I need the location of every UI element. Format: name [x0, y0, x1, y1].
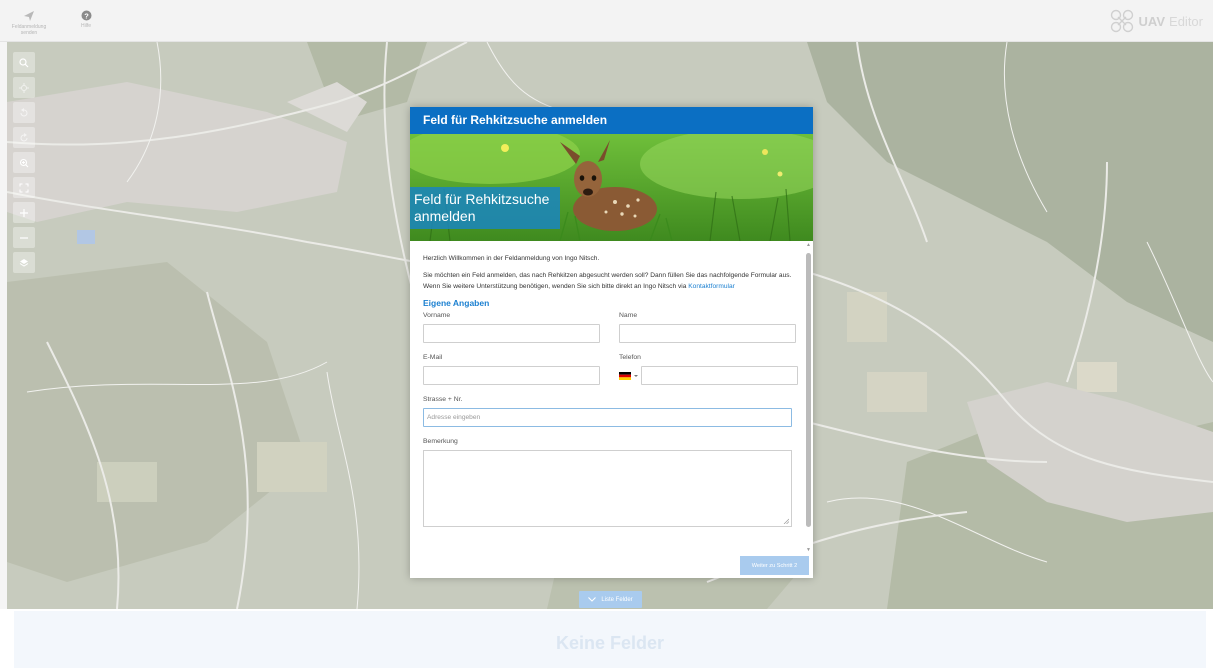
scroll-up-arrow[interactable]: ▲	[806, 243, 811, 248]
vorname-label: Vorname	[423, 312, 451, 319]
bemerkung-label: Bemerkung	[423, 438, 458, 445]
contact-form-link[interactable]: Kontaktformular	[688, 283, 735, 290]
germany-flag-icon[interactable]	[619, 371, 631, 380]
intro-text: Sie möchten ein Feld anmelden, das nach …	[423, 270, 800, 292]
dialog-scrollbar[interactable]: ▲ ▼	[805, 243, 812, 553]
send-icon	[24, 11, 34, 21]
next-step-button[interactable]: Weiter zu Schritt 2	[740, 556, 809, 575]
help-icon: ?	[81, 10, 91, 21]
svg-text:?: ?	[84, 11, 89, 20]
fullscreen-icon	[19, 183, 29, 192]
fields-list-panel: Keine Felder	[14, 611, 1206, 668]
map-redo-button[interactable]	[13, 127, 35, 148]
scroll-down-arrow[interactable]: ▼	[806, 548, 811, 553]
no-fields-message: Keine Felder	[555, 633, 665, 653]
bemerkung-textarea[interactable]	[423, 450, 792, 527]
logo-text-editor: Editor	[1169, 13, 1203, 29]
resize-handle-icon[interactable]	[783, 518, 789, 524]
remark-block: Bemerkung	[423, 438, 800, 527]
hero-title: Feld für Rehkitzsuche anmelden	[410, 187, 560, 229]
vorname-input[interactable]	[423, 324, 600, 343]
dialog-header: Feld für Rehkitzsuche anmelden	[410, 107, 813, 134]
redo-icon	[20, 132, 28, 141]
name-row: Vorname Name	[423, 312, 800, 343]
map-fullscreen-button[interactable]	[13, 177, 35, 198]
contact-row: E-Mail Telefon	[423, 354, 800, 385]
send-label: Feldanmeldung senden	[11, 24, 47, 36]
phone-field	[619, 366, 800, 385]
map-undo-button[interactable]	[13, 102, 35, 123]
name-label: Name	[619, 312, 638, 319]
minus-icon	[20, 236, 28, 239]
name-input[interactable]	[619, 324, 796, 343]
telefon-label: Telefon	[619, 354, 641, 361]
list-fields-toggle[interactable]: Liste Felder	[579, 591, 642, 608]
logo-text-uav: UAV	[1138, 13, 1166, 29]
section-title-own-details: Eigene Angaben	[423, 298, 490, 308]
map-locate-button[interactable]	[13, 77, 35, 98]
map-zoom-in-button[interactable]	[13, 202, 35, 223]
undo-icon	[20, 107, 28, 116]
app-logo: UAV Editor	[1109, 8, 1203, 34]
search-icon	[19, 57, 29, 67]
intro-paragraph: Sie möchten ein Feld anmelden, das nach …	[423, 272, 792, 290]
map-zoom-out-button[interactable]	[13, 227, 35, 248]
map-layers-button[interactable]	[13, 252, 35, 273]
address-block: Strasse + Nr. Adresse eingeben	[423, 396, 800, 427]
map-left-edge	[0, 42, 7, 609]
list-fields-label: Liste Felder	[601, 596, 633, 603]
email-label: E-Mail	[423, 354, 443, 361]
map-zoom-extent-button[interactable]	[13, 152, 35, 173]
map-controls	[13, 52, 35, 277]
locate-icon	[19, 82, 29, 93]
telefon-input[interactable]	[641, 366, 798, 385]
zoom-extent-icon	[19, 158, 29, 167]
chevron-down-icon	[588, 597, 597, 602]
welcome-text: Herzlich Willkommen in der Feldanmeldung…	[423, 255, 600, 262]
drone-logo-icon	[1110, 9, 1133, 33]
scroll-thumb[interactable]	[806, 253, 811, 527]
dialog-form: Herzlich Willkommen in der Feldanmeldung…	[410, 241, 813, 578]
map-search-button[interactable]	[13, 52, 35, 73]
strasse-label: Strasse + Nr.	[423, 396, 463, 403]
help-button[interactable]: ? Hilfe	[76, 10, 96, 29]
hero-image: Feld für Rehkitzsuche anmelden	[410, 134, 813, 241]
chevron-down-icon	[634, 374, 638, 377]
email-input[interactable]	[423, 366, 600, 385]
help-label: Hilfe	[80, 23, 91, 29]
top-toolbar: Feldanmeldung senden ? Hilfe UAV Editor	[0, 0, 1213, 42]
layers-icon	[19, 258, 29, 267]
plus-icon	[20, 208, 28, 217]
field-registration-dialog: Feld für Rehkitzsuche anmelden Feld für …	[410, 107, 813, 578]
address-input[interactable]: Adresse eingeben	[423, 408, 792, 427]
send-field-registration-button[interactable]: Feldanmeldung senden	[10, 10, 48, 36]
